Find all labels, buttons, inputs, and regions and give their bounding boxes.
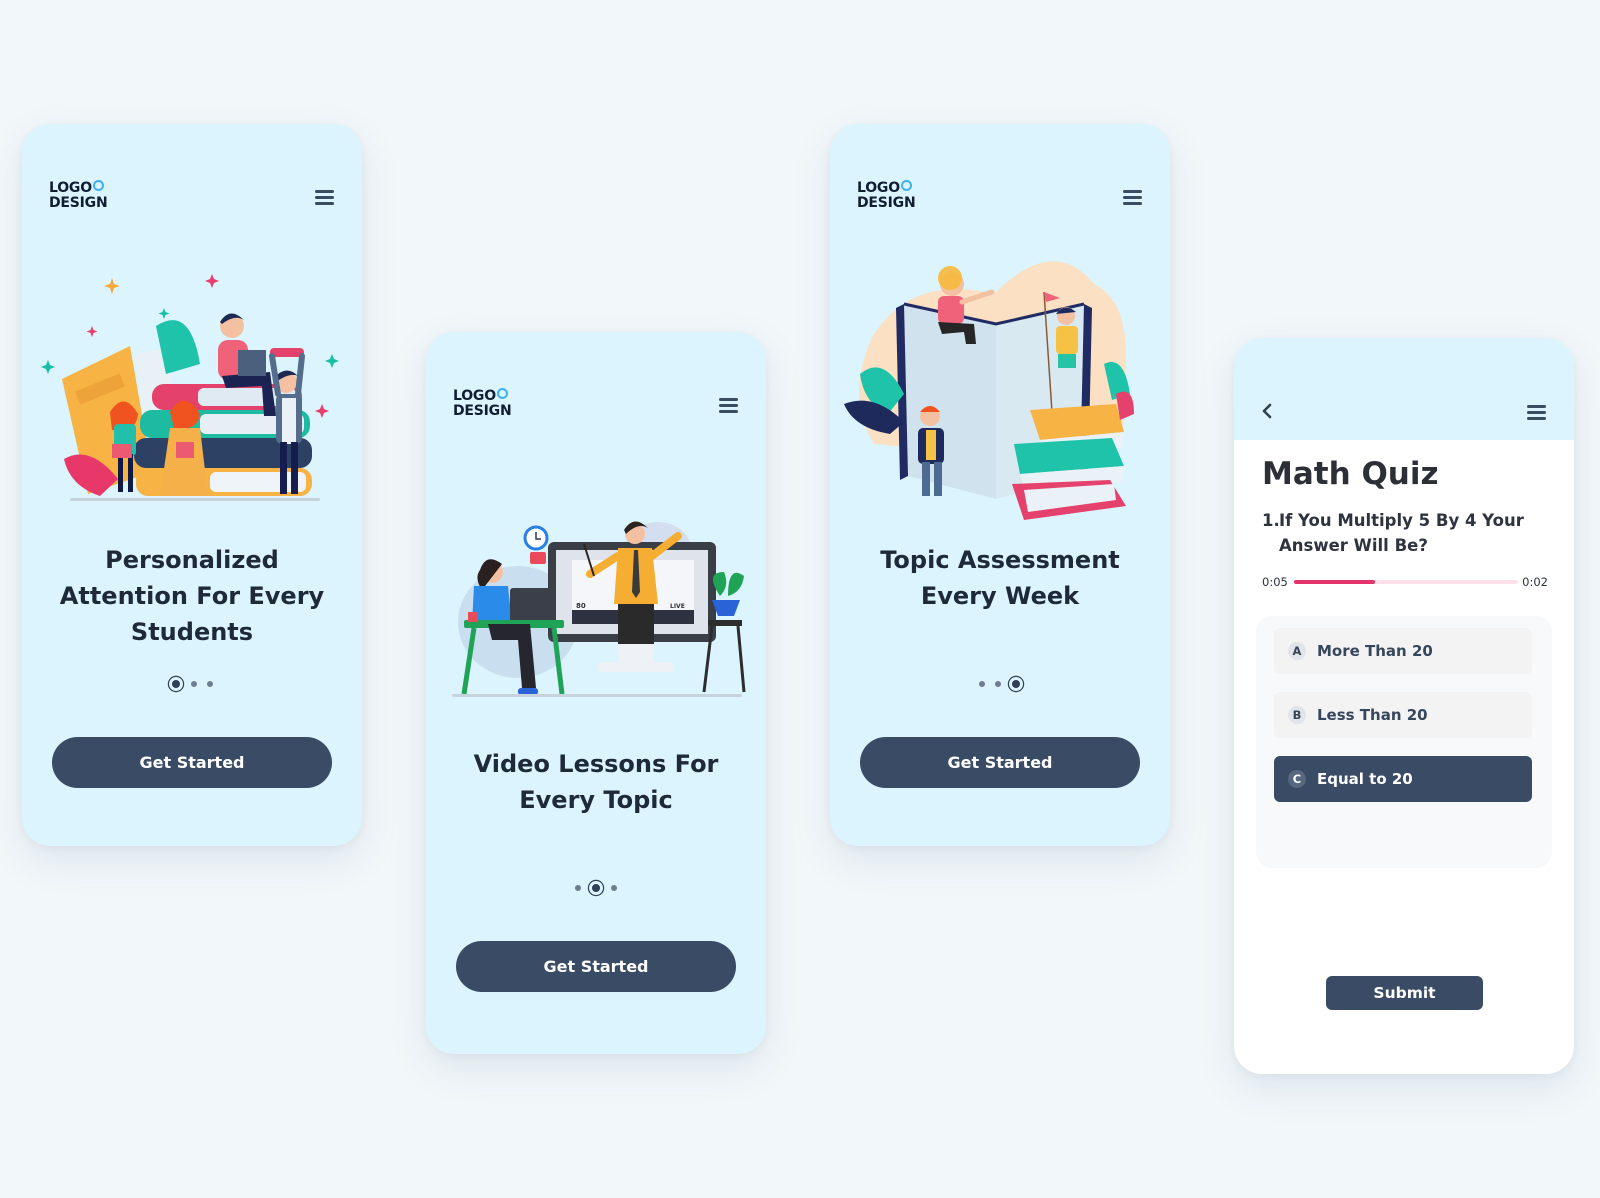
logo-ring-icon bbox=[900, 180, 912, 191]
back-arrow-icon[interactable] bbox=[1260, 402, 1274, 420]
answer-option-c[interactable]: C Equal to 20 bbox=[1274, 756, 1532, 802]
hamburger-menu-icon[interactable] bbox=[719, 398, 738, 413]
get-started-button[interactable]: Get Started bbox=[860, 737, 1140, 788]
option-label: Equal to 20 bbox=[1317, 770, 1413, 788]
answer-option-a[interactable]: A More Than 20 bbox=[1274, 628, 1532, 674]
page-dot-3[interactable] bbox=[1009, 676, 1023, 691]
option-letter-badge: C bbox=[1288, 770, 1306, 788]
question-number: 1. bbox=[1262, 511, 1280, 530]
kids-on-giant-book-illustration bbox=[844, 261, 1134, 520]
page-dot-1[interactable] bbox=[575, 884, 581, 891]
onboarding-screen-2: LOGO DESIGN 80 LIVE Video Lessons For Ev… bbox=[426, 332, 766, 1054]
pagination-dots bbox=[22, 673, 362, 691]
logo: LOGO DESIGN bbox=[49, 180, 108, 211]
pagination-dots bbox=[426, 877, 766, 895]
onboarding-title: Topic Assessment Every Week bbox=[880, 546, 1120, 610]
option-letter-badge: B bbox=[1288, 706, 1306, 724]
quiz-screen: Math Quiz 1. If You Multiply 5 By 4 Your… bbox=[1234, 338, 1574, 1074]
get-started-button[interactable]: Get Started bbox=[456, 941, 736, 992]
answer-option-b[interactable]: B Less Than 20 bbox=[1274, 692, 1532, 738]
page-dot-2[interactable] bbox=[995, 680, 1001, 687]
onboarding-title: Personalized Attention For Every Student… bbox=[59, 546, 325, 646]
students-reading-books-illustration bbox=[41, 274, 339, 501]
logo: LOGO DESIGN bbox=[453, 388, 512, 419]
quiz-title: Math Quiz bbox=[1262, 456, 1439, 492]
logo-ring-icon bbox=[496, 388, 508, 399]
quiz-timer: 0:05 0:02 bbox=[1262, 575, 1548, 589]
pagination-dots bbox=[830, 673, 1170, 691]
page-dot-2[interactable] bbox=[191, 680, 197, 687]
timer-elapsed: 0:05 bbox=[1262, 575, 1288, 589]
hamburger-menu-icon[interactable] bbox=[1123, 190, 1142, 205]
online-video-lesson-illustration: 80 LIVE bbox=[452, 521, 746, 697]
hamburger-menu-icon[interactable] bbox=[1527, 405, 1546, 420]
submit-button[interactable]: Submit bbox=[1326, 976, 1483, 1010]
page-dot-1[interactable] bbox=[169, 676, 183, 691]
page-dot-3[interactable] bbox=[611, 884, 617, 891]
live-badge: LIVE bbox=[670, 603, 685, 610]
page-dot-1[interactable] bbox=[979, 680, 985, 687]
question-text: If You Multiply 5 By 4 Your Answer Will … bbox=[1279, 511, 1524, 555]
logo-ring-icon bbox=[92, 180, 104, 191]
option-label: Less Than 20 bbox=[1317, 706, 1428, 724]
timer-remaining: 0:02 bbox=[1522, 575, 1548, 589]
get-started-button[interactable]: Get Started bbox=[52, 737, 332, 788]
onboarding-screen-3: LOGO DESIGN Topic Assessment Every Week … bbox=[830, 124, 1170, 846]
page-dot-3[interactable] bbox=[207, 680, 213, 687]
timer-progress-fill bbox=[1294, 580, 1375, 584]
viewer-count: 80 bbox=[576, 602, 586, 610]
quiz-header bbox=[1234, 338, 1574, 440]
onboarding-title: Video Lessons For Every Topic bbox=[473, 750, 719, 814]
hamburger-menu-icon[interactable] bbox=[315, 190, 334, 205]
answer-options-panel: A More Than 20 B Less Than 20 C Equal to… bbox=[1256, 616, 1552, 868]
onboarding-screen-1: LOGO DESIGN Personalized Attention For E… bbox=[22, 124, 362, 846]
timer-progress-track bbox=[1294, 580, 1518, 584]
logo: LOGO DESIGN bbox=[857, 180, 916, 211]
quiz-question: 1. If You Multiply 5 By 4 Your Answer Wi… bbox=[1262, 508, 1532, 558]
option-label: More Than 20 bbox=[1317, 642, 1433, 660]
page-dot-2[interactable] bbox=[589, 880, 603, 895]
option-letter-badge: A bbox=[1288, 642, 1306, 660]
